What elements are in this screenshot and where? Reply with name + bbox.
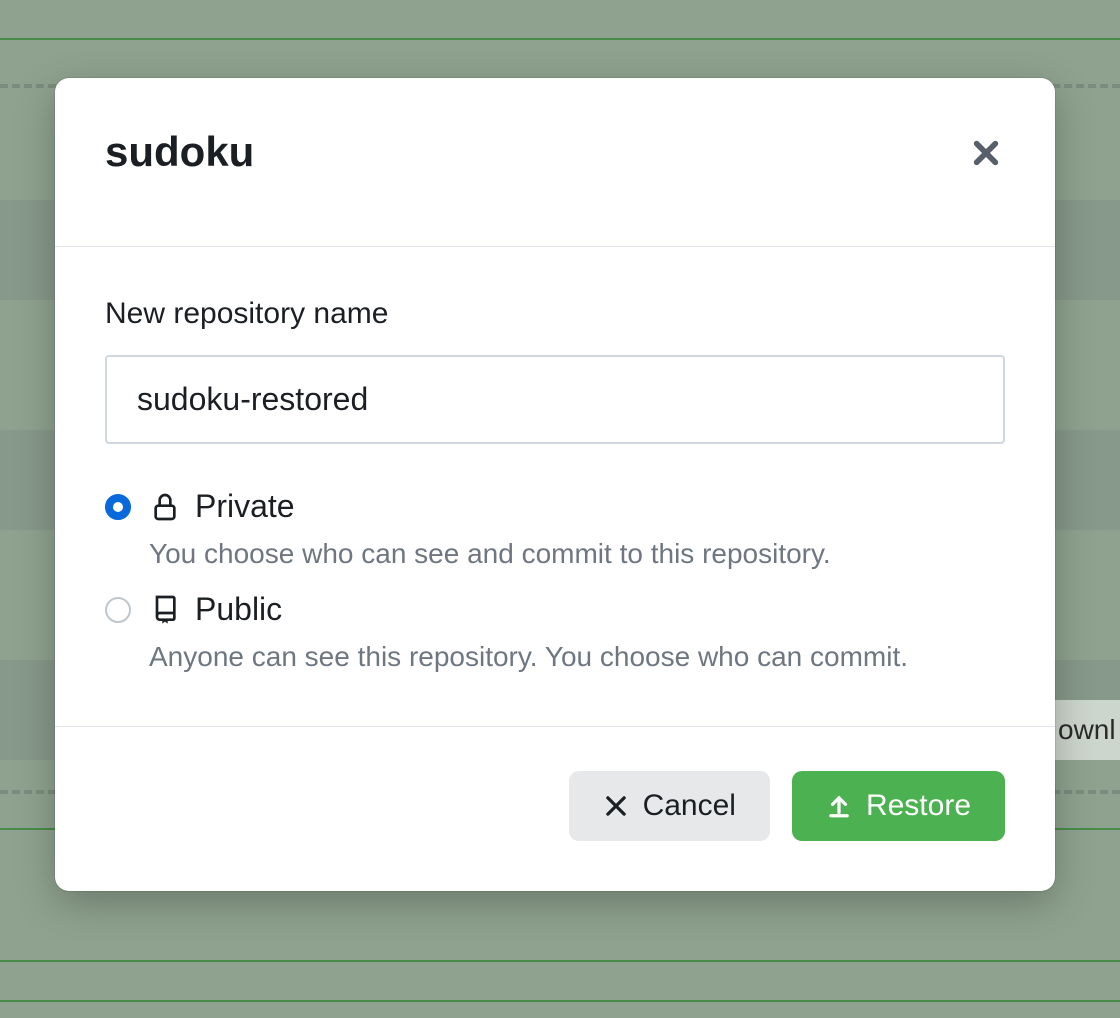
restore-button[interactable]: Restore [792,771,1005,841]
modal-body: New repository name Private You choose w… [55,247,1055,727]
private-description: You choose who can see and commit to thi… [149,535,1005,573]
private-label: Private [195,488,295,525]
visibility-option-private[interactable]: Private You choose who can see and commi… [105,488,1005,573]
upload-icon [826,793,852,819]
repo-name-label: New repository name [105,297,1005,331]
visibility-group: Private You choose who can see and commi… [105,488,1005,676]
repo-icon [149,593,181,625]
modal-title: sudoku [105,128,254,176]
cancel-label: Cancel [643,789,736,823]
close-button[interactable] [967,134,1005,175]
restore-label: Restore [866,789,971,823]
lock-icon [149,491,181,523]
modal-header: sudoku [55,78,1055,247]
close-icon [971,138,1001,168]
cancel-button[interactable]: Cancel [569,771,770,841]
public-label: Public [195,591,282,628]
x-icon [603,793,629,819]
public-description: Anyone can see this repository. You choo… [149,638,1005,676]
modal-footer: Cancel Restore [55,727,1055,891]
repo-name-input[interactable] [105,355,1005,444]
private-radio[interactable] [105,494,131,520]
restore-repo-modal: sudoku New repository name Private [55,78,1055,891]
public-radio[interactable] [105,597,131,623]
visibility-option-public[interactable]: Public Anyone can see this repository. Y… [105,591,1005,676]
download-chip: ownl [1050,700,1120,760]
